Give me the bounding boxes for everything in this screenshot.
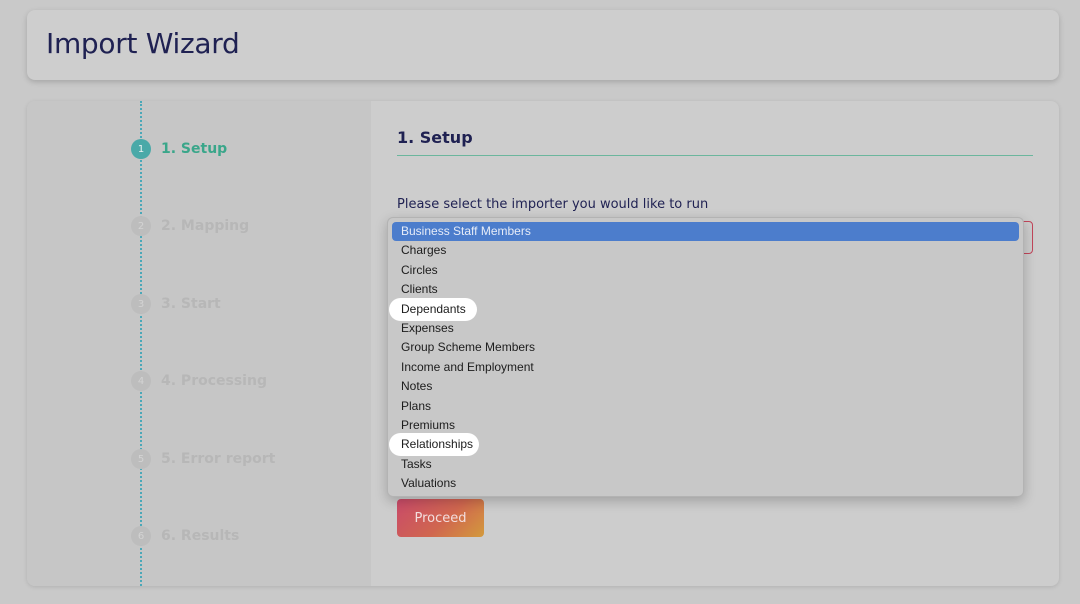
option-plans[interactable]: Plans: [392, 397, 1019, 416]
option-label: Dependants: [401, 301, 466, 316]
option-label: Valuations: [401, 476, 457, 491]
option-premiums[interactable]: Premiums: [392, 416, 1019, 435]
option-label: Business Staff Members: [401, 224, 531, 238]
option-label: Expenses: [401, 320, 454, 335]
step-number-badge: 6: [131, 526, 151, 546]
page-title: Import Wizard: [46, 27, 240, 60]
steps-sidebar: 1 1. Setup 2 2. Mapping 3 3. Start 4 4. …: [27, 101, 371, 586]
option-business-staff-members[interactable]: Business Staff Members: [392, 222, 1019, 242]
step-number-badge: 4: [131, 371, 151, 391]
importer-dropdown-list[interactable]: Business Staff Members Charges Circles C…: [387, 217, 1024, 497]
option-label: Circles: [401, 262, 438, 277]
proceed-button[interactable]: Proceed: [397, 499, 484, 537]
option-label: Tasks: [401, 456, 432, 471]
option-expenses[interactable]: Expenses: [392, 319, 1019, 338]
section-divider: [397, 155, 1033, 156]
step-number-badge: 1: [131, 139, 151, 159]
step-label: 6. Results: [161, 528, 240, 544]
step-error-report[interactable]: 5 5. Error report: [131, 449, 275, 469]
option-valuations[interactable]: Valuations: [392, 474, 1019, 493]
option-label: Relationships: [401, 437, 474, 452]
step-label: 3. Start: [161, 296, 221, 312]
page-header: Import Wizard: [27, 10, 1059, 80]
step-processing[interactable]: 4 4. Processing: [131, 371, 267, 391]
option-dependants[interactable]: Dependants: [389, 297, 1019, 321]
option-tasks[interactable]: Tasks: [392, 455, 1019, 474]
option-income-and-employment[interactable]: Income and Employment: [392, 358, 1019, 377]
step-mapping[interactable]: 2 2. Mapping: [131, 216, 249, 236]
step-label: 4. Processing: [161, 373, 267, 389]
step-number-badge: 3: [131, 294, 151, 314]
step-label: 2. Mapping: [161, 218, 250, 234]
importer-prompt: Please select the importer you would lik…: [397, 197, 709, 212]
option-relationships[interactable]: Relationships: [389, 433, 1019, 457]
step-start[interactable]: 3 3. Start: [131, 294, 221, 314]
step-number-badge: 5: [131, 449, 151, 469]
option-clients[interactable]: Clients: [392, 280, 1019, 299]
option-circles[interactable]: Circles: [392, 261, 1019, 280]
section-title: 1. Setup: [397, 128, 473, 147]
option-charges[interactable]: Charges: [392, 241, 1019, 260]
step-label: 5. Error report: [161, 451, 276, 467]
step-number-badge: 2: [131, 216, 151, 236]
option-label: Plans: [401, 398, 432, 413]
step-label: 1. Setup: [161, 141, 228, 157]
option-label: Group Scheme Members: [401, 340, 536, 355]
option-label: Charges: [401, 243, 447, 258]
option-label: Income and Employment: [401, 359, 534, 374]
option-label: Premiums: [401, 417, 456, 432]
steps-timeline: [140, 101, 142, 586]
step-results[interactable]: 6 6. Results: [131, 526, 239, 546]
option-label: Notes: [401, 379, 433, 394]
step-setup[interactable]: 1 1. Setup: [131, 139, 227, 159]
option-label: Clients: [401, 282, 438, 297]
option-notes[interactable]: Notes: [392, 377, 1019, 396]
option-group-scheme-members[interactable]: Group Scheme Members: [392, 338, 1019, 357]
